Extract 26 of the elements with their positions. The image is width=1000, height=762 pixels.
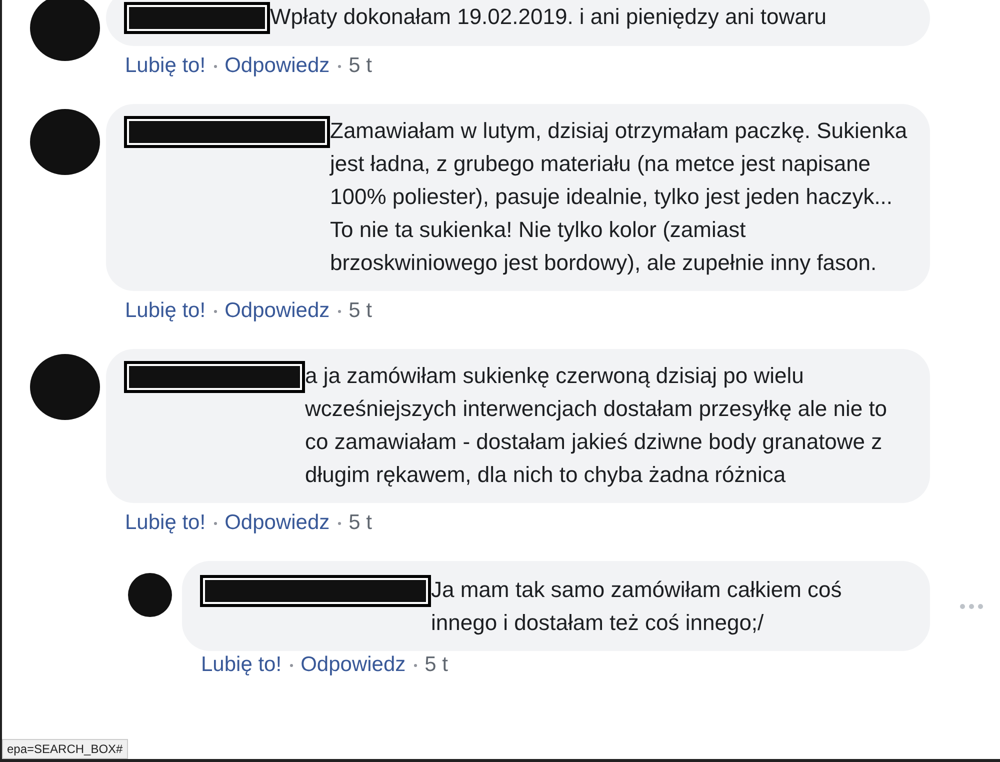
- comment-text: Wpłaty dokonałam 19.02.2019. i ani pieniędzy ani towaru: [270, 3, 828, 31]
- comment-text: a ja zamówiłam sukienkę czerwoną dzisiaj po wielu wcześniejszych interwencjach dostałam przesyłkę ale nie to co zamawiałam - dostałam jakieś dziwne body granatowe z długim rękawem, dla nich to chyba żadna różnica: [305, 362, 888, 489]
- reply-link[interactable]: Odpowiedz: [224, 297, 330, 325]
- separator-dot: [338, 522, 341, 524]
- comment-time[interactable]: 5 t: [348, 52, 372, 80]
- separator-dot: [214, 522, 217, 524]
- separator-dot: [214, 310, 217, 312]
- avatar-icon[interactable]: [128, 573, 172, 617]
- comment-time[interactable]: 5 t: [348, 297, 372, 325]
- reply-link[interactable]: Odpowiedz: [224, 509, 330, 537]
- like-link[interactable]: Lubię to!: [201, 651, 282, 679]
- separator-dot: [290, 664, 293, 666]
- comment-text: Ja mam tak samo zamówiłam całkiem coś innego i dostałam też coś innego;/: [431, 576, 843, 637]
- reply-link[interactable]: Odpowiedz: [300, 651, 406, 679]
- reply-link[interactable]: Odpowiedz: [224, 52, 330, 80]
- comment-time[interactable]: 5 t: [348, 509, 372, 537]
- like-link[interactable]: Lubię to!: [125, 52, 206, 80]
- separator-dot: [338, 64, 341, 68]
- separator-dot: [414, 664, 417, 666]
- like-link[interactable]: Lubię to!: [125, 297, 206, 325]
- status-bar-url: epa=SEARCH_BOX#: [2, 739, 128, 759]
- separator-dot: [338, 310, 341, 312]
- comment-time[interactable]: 5 t: [424, 651, 448, 679]
- comment-text: Zamawiałam w lutym, dzisiaj otrzymałam paczkę. Sukienka jest ładna, z grubego materiału (na metce jest napisane 100% poliester), pasuje idealnie, tylko jest jeden haczyk... To nie ta sukienka! Nie tylko kolor (zamiast brzoskwiniowego jest bordowy), ale zupełnie inny fason.: [330, 117, 908, 277]
- separator-dot: [214, 64, 217, 68]
- like-link[interactable]: Lubię to!: [125, 509, 206, 537]
